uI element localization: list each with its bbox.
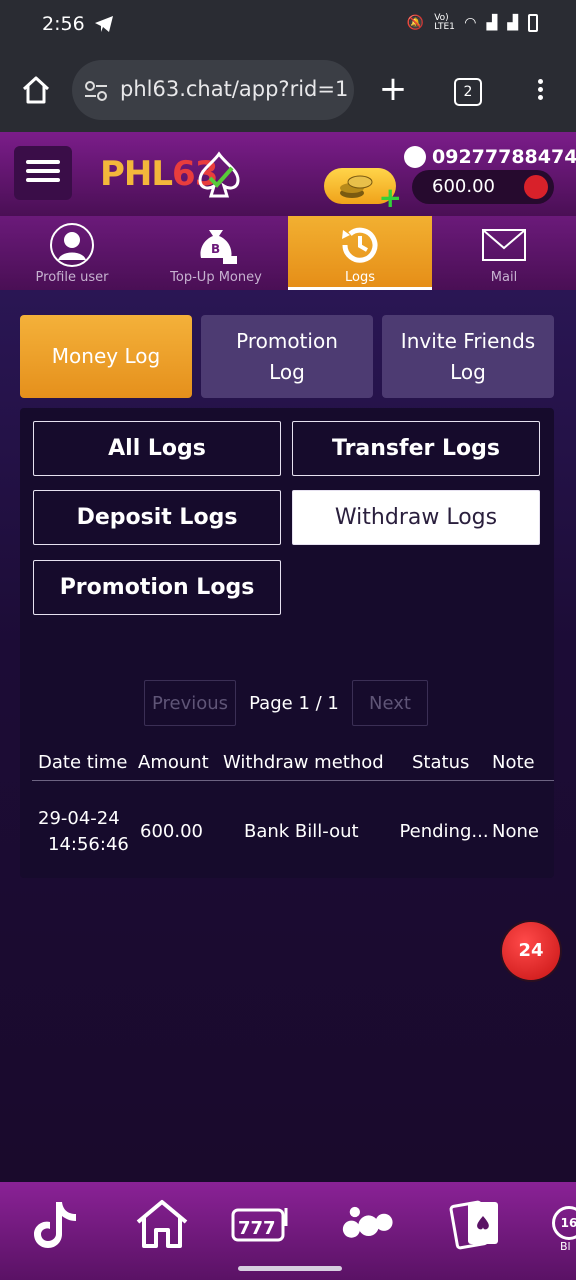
user-icon: [404, 146, 426, 168]
partial-nav-item[interactable]: 16 Bl: [546, 1196, 576, 1252]
promotion-log-button[interactable]: Promotion Log: [201, 315, 373, 398]
withdraw-logs-button[interactable]: Withdraw Logs: [292, 490, 540, 545]
previous-button[interactable]: Previous: [144, 680, 236, 726]
site-settings-icon[interactable]: [84, 80, 108, 102]
mute-icon: 🔕: [406, 15, 425, 31]
row-date: 29-04-24: [38, 808, 120, 829]
cards-icon[interactable]: [448, 1196, 508, 1252]
battery-icon: [528, 14, 538, 32]
tab-label: Mail: [490, 270, 518, 285]
promotion-log-label: Promotion Log: [236, 328, 338, 384]
tab-top-up-money[interactable]: B Top-Up Money: [144, 216, 288, 290]
table-header: Date time Amount Withdraw method Status …: [32, 750, 554, 781]
pagination: Previous Page 1 / 1 Next: [144, 680, 428, 726]
logo-text-a: PHL: [100, 154, 173, 194]
history-icon: [342, 227, 378, 263]
hamburger-menu-button[interactable]: [14, 146, 72, 200]
coins-icon: [340, 175, 373, 198]
app-header: PHL63 09277788474 + 600.00: [0, 132, 576, 216]
slots-icon[interactable]: 777: [230, 1196, 290, 1252]
wifi-icon: ◠: [464, 15, 477, 31]
promotion-logs-button[interactable]: Promotion Logs: [33, 560, 281, 615]
col-amount: Amount: [138, 752, 209, 773]
tab-label: Profile user: [35, 270, 109, 285]
tab-profile-user[interactable]: Profile user: [0, 216, 144, 290]
status-icons: 🔕 Vo) LTE1 ◠ ▟ ▟: [407, 14, 538, 32]
money-bag-icon: B: [200, 230, 237, 264]
money-log-button[interactable]: Money Log: [20, 315, 192, 398]
address-bar[interactable]: phl63.chat/app?rid=1: [72, 60, 354, 120]
log-type-selector: Money Log Promotion Log Invite Friends L…: [20, 315, 554, 398]
refresh-balance-icon[interactable]: [524, 175, 548, 199]
row-time: 14:56:46: [48, 834, 129, 855]
balance-amount: 600.00: [432, 176, 495, 197]
tab-switcher-button[interactable]: 2: [454, 78, 482, 106]
all-logs-button[interactable]: All Logs: [33, 421, 281, 476]
spade-logo-icon: [198, 151, 240, 198]
account-nav: Profile user B Top-Up Money Logs Mail: [0, 216, 576, 290]
logs-panel: All Logs Transfer Logs Deposit Logs With…: [20, 408, 554, 878]
browser-menu-icon[interactable]: [534, 76, 546, 106]
balance-box: 600.00: [412, 170, 554, 204]
url-text[interactable]: phl63.chat/app?rid=1: [120, 77, 352, 101]
plus-icon: +: [378, 181, 402, 214]
deposit-logs-button[interactable]: Deposit Logs: [33, 490, 281, 545]
site-logo[interactable]: PHL63: [100, 150, 242, 200]
phone-text: 09277788474: [432, 146, 576, 168]
row-status: Pending...: [399, 821, 489, 842]
svg-text:B: B: [211, 242, 220, 256]
signal-icon: ▟: [486, 15, 498, 31]
gesture-handle: [238, 1266, 342, 1271]
home-icon[interactable]: [20, 74, 52, 106]
row-method: Bank Bill-out: [244, 821, 359, 842]
next-button[interactable]: Next: [352, 680, 428, 726]
deposit-coins-button[interactable]: +: [324, 168, 402, 212]
col-note: Note: [492, 752, 535, 773]
tab-label: Top-Up Money: [170, 270, 262, 285]
browser-toolbar: phl63.chat/app?rid=1 + 2: [0, 50, 576, 132]
table-row: 29-04-24 14:56:46 600.00 Bank Bill-out P…: [20, 804, 554, 864]
support-24-button[interactable]: 24: [502, 922, 560, 980]
tab-label: Logs: [345, 270, 375, 285]
status-bar: 2:56 🔕 Vo) LTE1 ◠ ▟ ▟: [0, 0, 576, 50]
row-amount: 600.00: [140, 821, 203, 842]
svg-text:777: 777: [238, 1218, 276, 1239]
col-withdraw-method: Withdraw method: [223, 752, 384, 773]
col-date-time: Date time: [38, 752, 128, 773]
tab-mail[interactable]: Mail: [432, 216, 576, 290]
network-label: Vo) LTE1: [434, 13, 455, 32]
tab-logs[interactable]: Logs: [288, 216, 432, 290]
tiktok-icon[interactable]: [26, 1196, 86, 1252]
page-indicator: Page 1 / 1: [249, 692, 339, 714]
profile-icon: [50, 223, 94, 267]
new-tab-button[interactable]: +: [378, 72, 408, 108]
partial-nav-label: Bl: [560, 1240, 571, 1252]
signal-icon-2: ▟: [507, 15, 518, 31]
phone-number: 09277788474: [404, 146, 576, 168]
invite-friends-log-label: Invite Friends Log: [400, 328, 536, 384]
logs-content: Money Log Promotion Log Invite Friends L…: [0, 290, 576, 1182]
clock: 2:56: [42, 13, 85, 35]
fishing-icon[interactable]: [336, 1196, 396, 1252]
invite-friends-log-button[interactable]: Invite Friends Log: [382, 315, 554, 398]
support-label: 24: [518, 940, 544, 961]
home-nav-icon[interactable]: [132, 1196, 192, 1252]
transfer-logs-button[interactable]: Transfer Logs: [292, 421, 540, 476]
mail-icon: [482, 229, 526, 261]
row-note: None: [492, 821, 539, 842]
telegram-icon: [95, 16, 113, 32]
partial-nav-badge: 16: [552, 1206, 576, 1240]
col-status: Status: [412, 752, 470, 773]
